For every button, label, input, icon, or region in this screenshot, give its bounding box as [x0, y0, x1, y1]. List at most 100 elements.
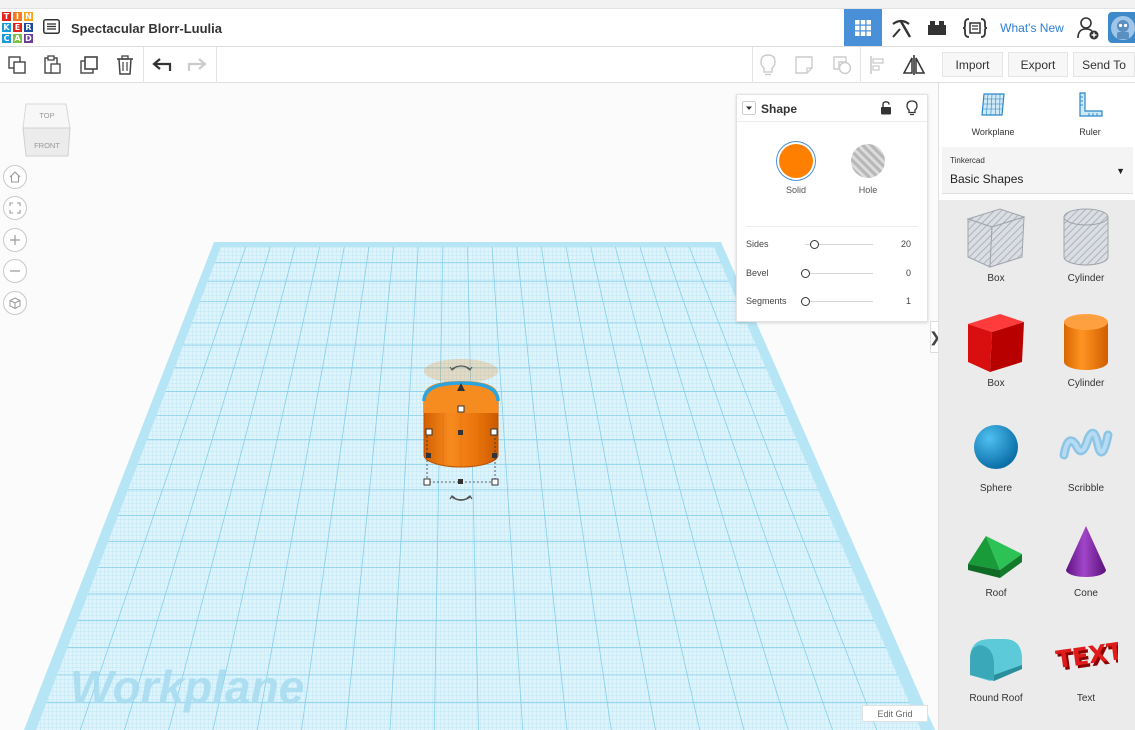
segments-slider[interactable]	[805, 301, 873, 302]
cylinder-shape[interactable]	[422, 359, 500, 468]
shapes-side-panel: Workplane Ruler Tinkercad Basic Shapes ▼…	[938, 83, 1135, 730]
library-name: Basic Shapes	[950, 172, 1024, 186]
bricks-view-button[interactable]	[920, 9, 954, 46]
logo-letter: R	[23, 22, 34, 33]
perspective-toggle-button[interactable]	[3, 291, 27, 315]
bevel-slider-knob[interactable]	[801, 269, 810, 278]
solid-swatch[interactable]	[779, 144, 813, 178]
delete-button[interactable]	[113, 53, 137, 77]
inspector-header: Shape	[737, 95, 927, 122]
shape-label: Cylinder	[1067, 273, 1105, 284]
toolbar-divider	[860, 47, 861, 83]
shape-label: Box	[987, 273, 1005, 284]
lock-icon[interactable]	[880, 101, 892, 115]
shape-text[interactable]: TEXT TEXT Text	[1046, 622, 1126, 704]
home-view-button[interactable]	[3, 165, 27, 189]
codeblocks-button[interactable]	[956, 9, 994, 46]
shape-box-hole[interactable]: Box	[956, 202, 1036, 284]
mirror-button[interactable]	[902, 53, 926, 77]
toolbar-divider	[752, 47, 753, 83]
logo-letter: E	[12, 22, 23, 33]
logo-letter: N	[23, 11, 34, 22]
hole-swatch[interactable]	[851, 144, 885, 178]
shape-round-roof[interactable]: Round Roof	[956, 622, 1036, 704]
view-cube-front-label[interactable]: FRONT	[34, 141, 60, 150]
paste-button[interactable]	[40, 53, 64, 77]
add-user-icon	[1077, 16, 1099, 39]
tinkercad-logo[interactable]: T I N K E R C A D	[1, 11, 34, 44]
collapse-toggle-icon[interactable]	[742, 101, 756, 115]
group-button[interactable]	[830, 53, 854, 77]
minus-icon	[10, 270, 20, 272]
cylinder-hole-icon	[1063, 208, 1109, 266]
shape-sphere[interactable]: Sphere	[956, 412, 1036, 494]
view-cube-top-label[interactable]: TOP	[39, 111, 54, 120]
ruler-tool-button[interactable]: Ruler	[1055, 91, 1125, 137]
redo-button[interactable]	[185, 53, 209, 77]
undo-button[interactable]	[150, 53, 174, 77]
scribble-icon	[1059, 428, 1113, 460]
shape-cone[interactable]: Cone	[1046, 517, 1126, 599]
shape-library-dropdown[interactable]: Tinkercad Basic Shapes ▼	[942, 147, 1133, 194]
shape-label: Roof	[985, 588, 1007, 599]
shapes-grid: Box Cylinder Box Cylinder Sphere Scribbl…	[939, 200, 1135, 730]
import-button[interactable]: Import	[942, 52, 1003, 77]
shape-box[interactable]: Box	[956, 307, 1036, 389]
show-all-button[interactable]	[756, 53, 780, 77]
project-title[interactable]: Spectacular Blorr-Luulia	[71, 21, 222, 36]
shape-label: Sphere	[979, 483, 1013, 494]
whats-new-link[interactable]: What's New	[996, 9, 1068, 46]
logo-letter: A	[12, 33, 23, 44]
undo-icon	[152, 58, 172, 71]
dropdown-arrow-icon: ▼	[1116, 166, 1125, 176]
visibility-bulb-icon[interactable]	[906, 100, 918, 116]
workplane-tool-button[interactable]: Workplane	[958, 91, 1028, 137]
segments-value[interactable]: 1	[887, 296, 911, 306]
notes-button[interactable]	[792, 53, 816, 77]
3d-design-view-button[interactable]	[844, 9, 882, 46]
export-button[interactable]: Export	[1008, 52, 1068, 77]
shape-cylinder[interactable]: Cylinder	[1046, 307, 1126, 389]
segments-slider-knob[interactable]	[801, 297, 810, 306]
invite-user-button[interactable]	[1071, 9, 1105, 46]
workplane-label: Workplane	[70, 661, 304, 713]
copy-button[interactable]	[5, 53, 29, 77]
shape-label: Round Roof	[969, 693, 1023, 704]
align-button[interactable]	[866, 53, 890, 77]
solid-label: Solid	[785, 185, 806, 195]
workplane-tool-label: Workplane	[971, 127, 1015, 137]
bevel-slider[interactable]	[805, 273, 873, 274]
edit-grid-button[interactable]: Edit Grid	[862, 705, 928, 722]
toolbar-divider	[143, 47, 144, 83]
shape-label: Text	[1076, 693, 1096, 704]
box-red-icon	[968, 314, 1024, 372]
duplicate-button[interactable]	[77, 53, 101, 77]
sides-value[interactable]: 20	[887, 239, 911, 249]
blocks-build-button[interactable]	[884, 9, 918, 46]
shape-scribble[interactable]: Scribble	[1046, 412, 1126, 494]
shape-label: Cylinder	[1067, 378, 1105, 389]
user-avatar[interactable]	[1108, 12, 1135, 43]
robot-avatar-icon	[1111, 15, 1135, 40]
hole-label: Hole	[858, 185, 878, 195]
zoom-in-button[interactable]	[3, 228, 27, 252]
shape-cylinder-hole[interactable]: Cylinder	[1046, 202, 1126, 284]
cylinder-orange-icon	[1064, 314, 1108, 370]
project-list-icon[interactable]	[43, 19, 60, 34]
logo-letter: K	[1, 22, 12, 33]
bevel-value[interactable]: 0	[887, 268, 911, 278]
logo-letter: I	[12, 11, 23, 22]
zoom-out-button[interactable]	[3, 259, 27, 283]
3d-workspace-canvas[interactable]: Workplane TOP FRONT Shape Solid Hole Sid…	[0, 83, 938, 730]
note-icon	[795, 56, 813, 74]
fit-view-button[interactable]	[3, 196, 27, 220]
view-cube[interactable]: TOP FRONT	[22, 100, 71, 158]
send-to-button[interactable]: Send To	[1073, 52, 1135, 77]
cube-icon	[9, 297, 21, 309]
sides-slider-knob[interactable]	[809, 240, 819, 249]
trash-icon	[117, 55, 133, 75]
lightbulb-icon	[760, 54, 776, 76]
shape-roof[interactable]: Roof	[956, 517, 1036, 599]
align-icon	[870, 56, 884, 74]
inspector-title: Shape	[761, 102, 798, 116]
